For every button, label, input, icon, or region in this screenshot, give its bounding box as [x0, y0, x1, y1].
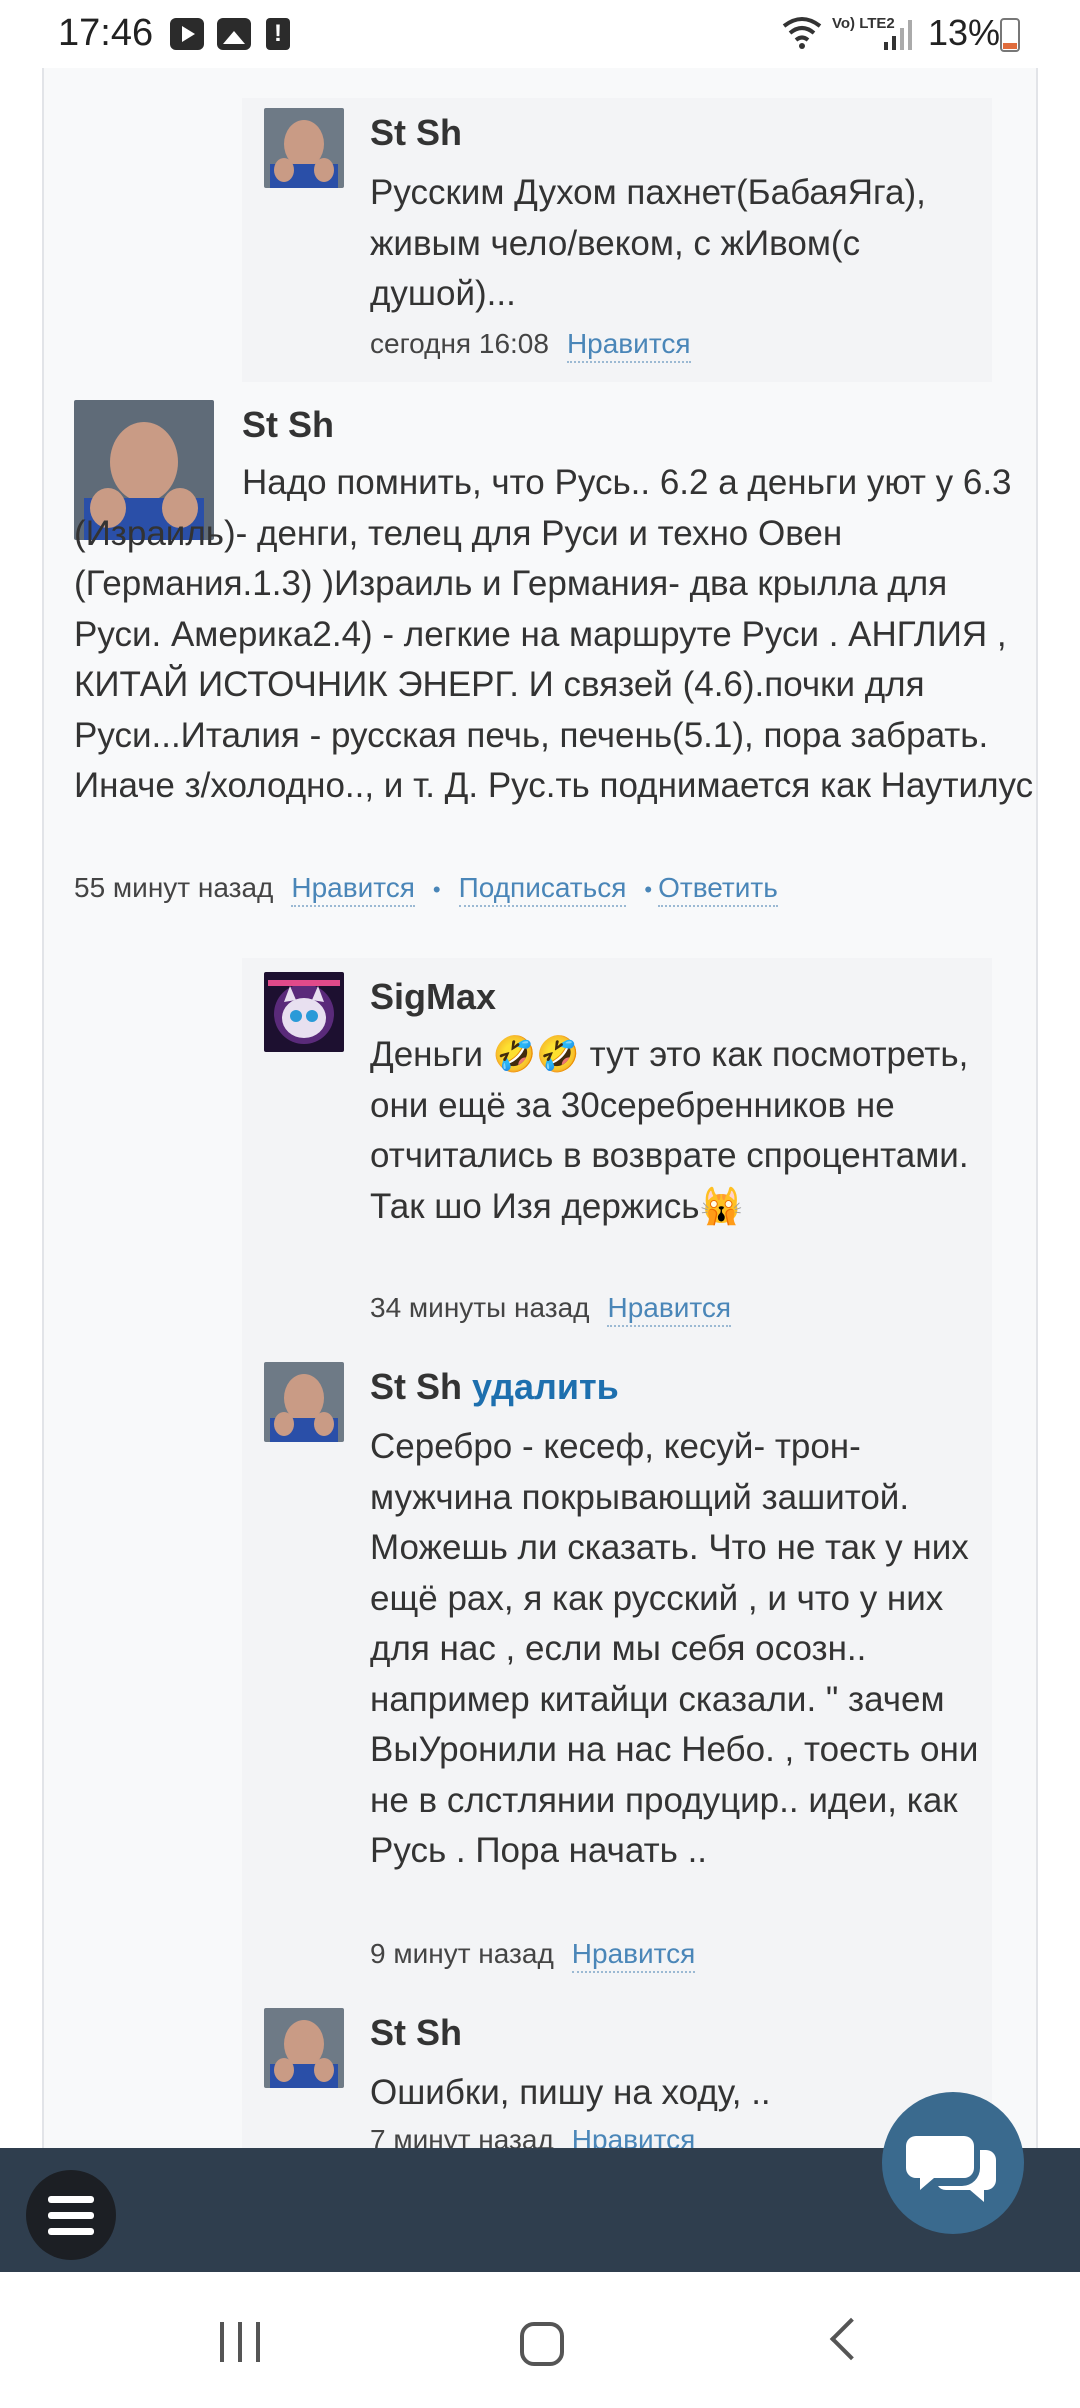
delete-link[interactable]: удалить — [472, 1366, 619, 1407]
comment-author[interactable]: St Sh — [370, 2012, 462, 2054]
avatar[interactable] — [264, 108, 344, 188]
separator-dot: • — [644, 877, 653, 902]
comments-page: St Sh Русским Духом пахнет(БабаяЯга), жи… — [42, 68, 1038, 2159]
battery-icon — [1000, 18, 1020, 52]
recent-apps-icon[interactable] — [220, 2322, 264, 2362]
avatar[interactable] — [264, 972, 344, 1052]
comment-time: 55 минут назад — [74, 872, 274, 903]
comment-time: сегодня 16:08 — [370, 328, 549, 359]
comment-author[interactable]: St Sh — [242, 404, 334, 446]
status-time: 17:46 — [58, 12, 154, 54]
reply-link[interactable]: Ответить — [658, 872, 778, 907]
comment-author: St Sh удалить — [370, 1366, 619, 1408]
comment-meta: 34 минуты назад Нравится — [370, 1292, 732, 1327]
comment-text: Серебро - кесеф, кесуй- трон- мужчина по… — [370, 1427, 979, 1870]
comment-text: Надо помнить, что Русь.. 6.2 а деньги ую… — [74, 463, 1034, 805]
comment-meta: 55 минут назад Нравится • Подписаться • Ответ… — [74, 872, 778, 907]
alert-icon — [266, 18, 290, 50]
comment-text: Деньги 🤣🤣 тут это как посмотреть, они ещ… — [370, 1035, 969, 1226]
like-link[interactable]: Нравится — [291, 872, 415, 907]
gallery-icon — [217, 18, 251, 50]
separator-dot: • — [432, 877, 441, 902]
home-icon[interactable] — [520, 2322, 564, 2366]
signal-icon — [884, 20, 912, 50]
youtube-icon — [170, 18, 204, 50]
back-icon[interactable] — [829, 2317, 873, 2361]
comment-author[interactable]: SigMax — [370, 976, 496, 1018]
comment-text: Русским Духом пахнет(БабаяЯга), живым че… — [370, 173, 926, 313]
comment-time: 9 минут назад — [370, 1938, 554, 1969]
like-link[interactable]: Нравится — [607, 1292, 732, 1327]
comment-author-name[interactable]: St Sh — [370, 1366, 462, 1407]
comment-meta: сегодня 16:08 Нравится — [370, 328, 691, 363]
comment-author[interactable]: St Sh — [370, 112, 462, 154]
avatar[interactable] — [264, 2008, 344, 2088]
system-nav-bar — [0, 2272, 1080, 2408]
avatar[interactable] — [264, 1362, 344, 1442]
chat-bubbles-icon — [906, 2136, 996, 2202]
wifi-icon — [782, 17, 822, 49]
battery-percent: 13% — [927, 12, 1000, 53]
like-link[interactable]: Нравится — [571, 1938, 696, 1973]
subscribe-link[interactable]: Подписаться — [458, 872, 627, 907]
comment-time: 34 минуты назад — [370, 1292, 590, 1323]
status-bar: 17:46 Vo) LTE2 13% — [0, 0, 1080, 68]
chat-button[interactable] — [882, 2092, 1024, 2234]
comment-meta: 9 минут назад Нравится — [370, 1938, 696, 1973]
like-link[interactable]: Нравится — [566, 328, 691, 363]
hamburger-menu-icon[interactable] — [26, 2170, 116, 2260]
